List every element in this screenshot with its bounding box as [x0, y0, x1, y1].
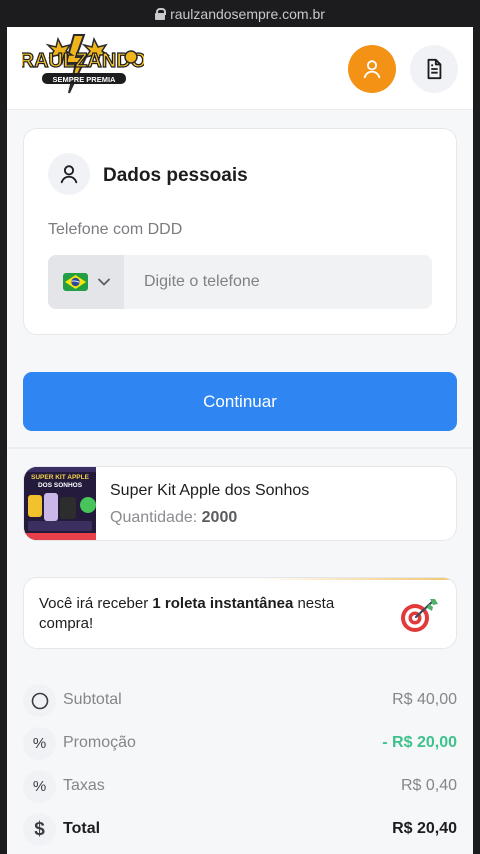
fees-label: Taxas — [63, 777, 105, 794]
product-quantity: Quantidade: 2000 — [110, 509, 237, 527]
percent-icon: % — [23, 770, 56, 803]
continue-button[interactable]: Continuar — [23, 372, 457, 431]
target-icon — [401, 599, 438, 632]
phone-input[interactable] — [124, 255, 432, 309]
roulette-notice: Você irá receber 1 roleta instantânea ne… — [23, 577, 457, 649]
site-logo[interactable]: RAULZANDO SEMPRE PREMIA — [19, 33, 147, 103]
section-title: Dados pessoais — [103, 165, 248, 186]
phone-field — [48, 255, 432, 309]
user-icon — [363, 60, 381, 79]
document-icon — [427, 58, 442, 80]
user-account-button[interactable] — [348, 45, 396, 93]
quantity-label: Quantidade: — [110, 509, 198, 526]
url-text: raulzandosempre.com.br — [170, 5, 325, 22]
browser-url-bar[interactable]: raulzandosempre.com.br — [0, 0, 480, 27]
thumb-title: SUPER KIT APPLE — [31, 474, 90, 481]
quantity-value: 2000 — [201, 509, 238, 526]
user-icon — [60, 165, 78, 184]
circle-icon-wrap — [23, 684, 56, 717]
fees-value: R$ 0,40 — [400, 777, 457, 794]
phone-label: Telefone com DDD — [48, 221, 183, 238]
product-thumbnail: SUPER KIT APPLE DOS SONHOS — [24, 467, 96, 540]
personal-data-card: Dados pessoais Telefone com DDD — [23, 128, 457, 335]
logo-subtitle: SEMPRE PREMIA — [53, 75, 117, 84]
roulette-text: Você irá receber 1 roleta instantânea ne… — [39, 595, 335, 632]
percent-icon: % — [23, 727, 56, 760]
promotion-label: Promoção — [63, 734, 136, 751]
promotion-row: % Promoção - R$ 20,00 — [23, 727, 457, 763]
product-name: Super Kit Apple dos Sonhos — [110, 482, 310, 499]
subtotal-row: Subtotal R$ 40,00 — [23, 684, 457, 720]
dollar-icon: $ — [23, 813, 56, 846]
personal-data-icon-wrap — [48, 153, 90, 195]
checkout-page: RAULZANDO SEMPRE PREMIA Dados pessoais T… — [7, 27, 473, 854]
total-label: Total — [63, 820, 101, 837]
notice-accent-line — [254, 578, 456, 580]
product-card: SUPER KIT APPLE DOS SONHOS Super Kit App… — [23, 466, 457, 541]
thumb-subtitle: DOS SONHOS — [38, 482, 83, 489]
brazil-flag-icon — [62, 273, 88, 291]
total-value: R$ 20,40 — [392, 820, 457, 837]
circle-icon — [31, 692, 48, 709]
promotion-value: - R$ 20,00 — [382, 734, 457, 751]
my-orders-button[interactable] — [410, 45, 458, 93]
chevron-down-icon — [97, 278, 110, 286]
subtotal-value: R$ 40,00 — [392, 691, 457, 708]
country-code-select[interactable] — [48, 255, 124, 309]
subtotal-label: Subtotal — [63, 691, 122, 708]
header: RAULZANDO SEMPRE PREMIA — [7, 27, 473, 110]
lock-icon — [155, 8, 167, 20]
section-divider — [7, 447, 473, 449]
total-row: $ Total R$ 20,40 — [23, 813, 457, 849]
fees-row: % Taxas R$ 0,40 — [23, 770, 457, 806]
